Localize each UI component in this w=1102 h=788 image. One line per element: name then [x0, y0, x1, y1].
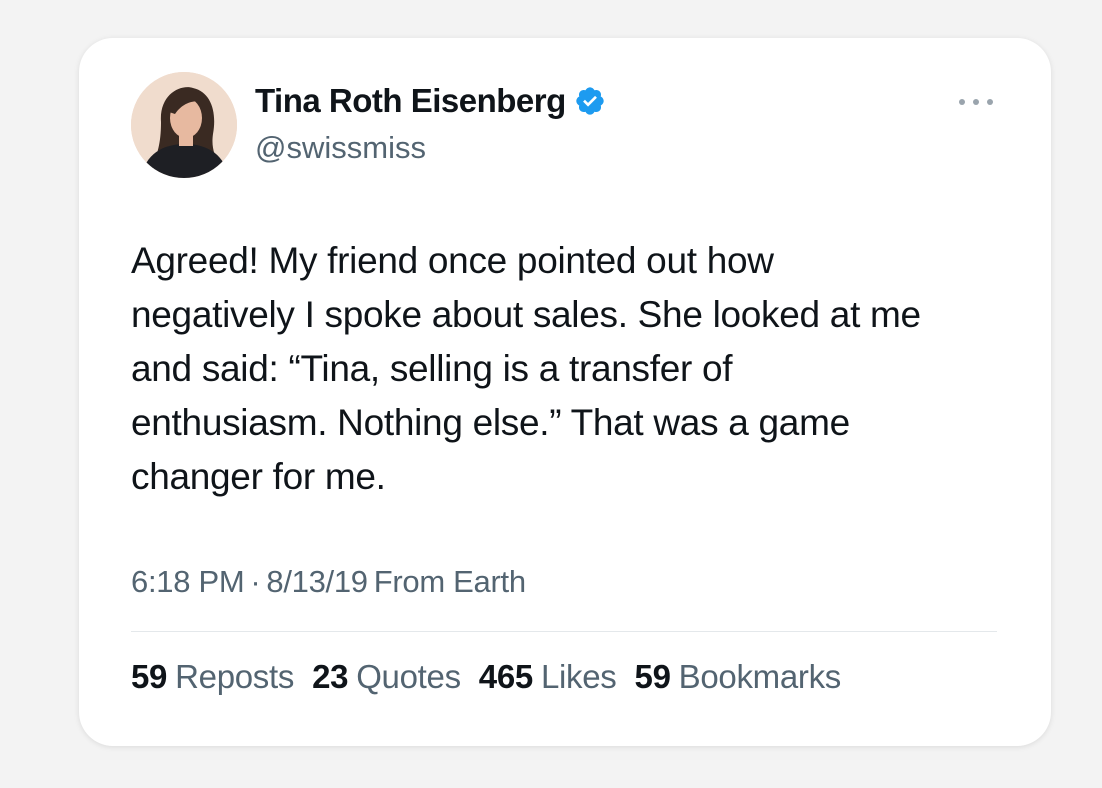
- profile-photo-icon: [131, 72, 237, 178]
- author-handle[interactable]: @swissmiss: [255, 130, 426, 166]
- author-display-name[interactable]: Tina Roth Eisenberg: [255, 82, 566, 120]
- engagement-stats: 59 Reposts 23 Quotes 465 Likes 59 Bookma…: [131, 658, 841, 696]
- bookmarks-stat[interactable]: 59 Bookmarks: [634, 658, 842, 696]
- tweet-metadata: 6:18 PM · 8/13/19 From Earth: [131, 564, 526, 600]
- tweet-text-line: and said: “Tina, selling is a transfer o…: [131, 348, 733, 389]
- more-options-icon[interactable]: [959, 90, 993, 114]
- tweet-date[interactable]: 8/13/19: [266, 564, 368, 600]
- tweet-text-line: changer for me.: [131, 456, 386, 497]
- likes-count: 465: [478, 658, 533, 695]
- dot-icon: [959, 99, 965, 105]
- reposts-label: Reposts: [175, 658, 295, 695]
- dot-icon: [987, 99, 993, 105]
- tweet-time[interactable]: 6:18 PM: [131, 564, 245, 600]
- tweet-card: Tina Roth Eisenberg @swissmiss Agreed! M…: [79, 38, 1051, 746]
- quotes-count: 23: [312, 658, 349, 695]
- tweet-text-line: Agreed! My friend once pointed out how: [131, 240, 774, 281]
- verified-badge-icon: [576, 87, 604, 115]
- author-name-row: Tina Roth Eisenberg: [255, 82, 606, 120]
- dot-icon: [973, 99, 979, 105]
- tweet-source: From Earth: [373, 564, 526, 599]
- reposts-stat[interactable]: 59 Reposts: [131, 658, 294, 696]
- bookmarks-label: Bookmarks: [678, 658, 842, 695]
- likes-label: Likes: [540, 658, 617, 695]
- quotes-stat[interactable]: 23 Quotes: [312, 658, 461, 696]
- tweet-text-line: enthusiasm. Nothing else.” That was a ga…: [131, 402, 850, 443]
- avatar[interactable]: [131, 72, 237, 178]
- meta-separator: ·: [250, 564, 261, 599]
- tweet-text: Agreed! My friend once pointed out how n…: [131, 234, 1011, 504]
- reposts-count: 59: [131, 658, 168, 695]
- likes-stat[interactable]: 465 Likes: [479, 658, 617, 696]
- tweet-text-line: negatively I spoke about sales. She look…: [131, 294, 921, 335]
- quotes-label: Quotes: [356, 658, 461, 695]
- bookmarks-count: 59: [634, 658, 671, 695]
- divider: [131, 631, 997, 632]
